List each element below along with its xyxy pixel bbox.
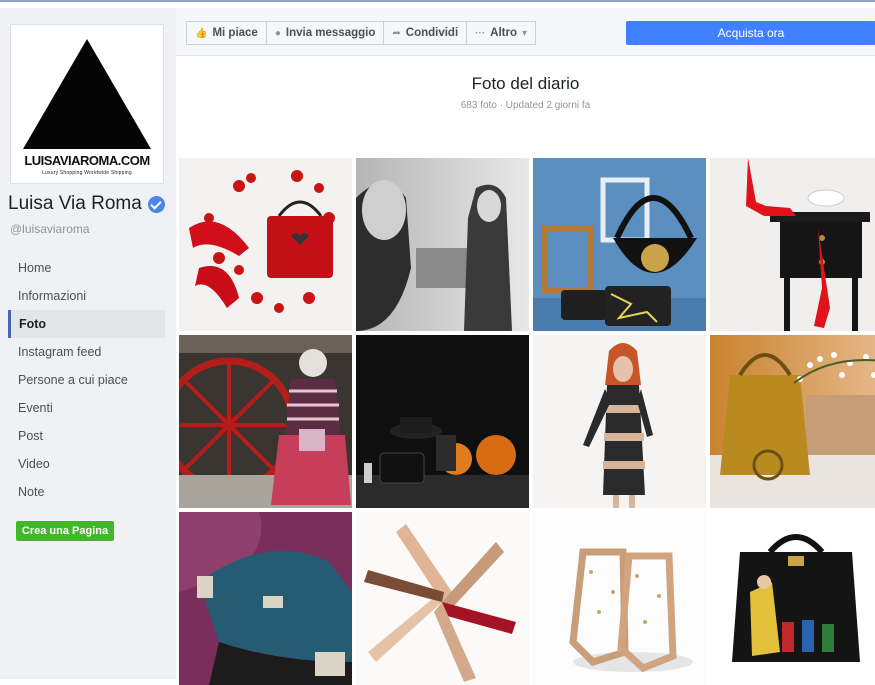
photo-bw-couple[interactable] bbox=[356, 158, 529, 331]
nav-item-home[interactable]: Home bbox=[8, 254, 165, 282]
photo-pumps-arrangement[interactable] bbox=[356, 512, 529, 685]
like-button[interactable]: 👍 Mi piace bbox=[186, 21, 267, 45]
photo-red-shoes-bag[interactable] bbox=[179, 158, 352, 331]
photo-glitter-sneakers[interactable] bbox=[179, 512, 352, 685]
photo-model-striped-dress[interactable] bbox=[533, 335, 706, 508]
top-accent-line bbox=[0, 0, 875, 2]
more-label: Altro bbox=[490, 27, 517, 39]
chevron-down-icon: ▾ bbox=[522, 27, 528, 39]
more-button[interactable]: ··· Altro ▾ bbox=[466, 21, 537, 45]
page-sidebar: LUISAVIAROMA.COM Luxury Shopping Worldwi… bbox=[0, 8, 176, 679]
message-label: Invia messaggio bbox=[285, 27, 376, 39]
album-title[interactable]: Foto del diario bbox=[176, 74, 875, 94]
photo-grid bbox=[179, 158, 875, 685]
page-actions: 👍 Mi piace ● Invia messaggio ➦ Condividi… bbox=[186, 21, 537, 45]
main-content: 👍 Mi piace ● Invia messaggio ➦ Condividi… bbox=[176, 8, 875, 685]
verified-badge-icon bbox=[147, 195, 165, 213]
photo-black-handbag[interactable] bbox=[710, 512, 875, 685]
photo-girl-red-wheel[interactable] bbox=[179, 335, 352, 508]
nav-item-note[interactable]: Note bbox=[8, 478, 165, 506]
photo-gold-bag-flowers[interactable] bbox=[710, 335, 875, 508]
message-button[interactable]: ● Invia messaggio bbox=[265, 21, 385, 45]
speech-bubble-icon: ● bbox=[274, 27, 281, 39]
action-bar: 👍 Mi piace ● Invia messaggio ➦ Condividi… bbox=[176, 8, 875, 56]
page-profile-picture[interactable]: LUISAVIAROMA.COM Luxury Shopping Worldwi… bbox=[10, 24, 164, 184]
ellipsis-icon: ··· bbox=[475, 27, 486, 39]
page-nav: Home Informazioni Foto Instagram feed Pe… bbox=[8, 254, 165, 506]
logo-wordmark: LUISAVIAROMA.COM bbox=[24, 153, 150, 168]
photo-dark-still-life[interactable] bbox=[356, 335, 529, 508]
nav-item-video[interactable]: Video bbox=[8, 450, 165, 478]
page-title-text: Luisa Via Roma bbox=[8, 193, 142, 214]
page-handle[interactable]: @luisaviaroma bbox=[10, 222, 90, 236]
nav-item-foto[interactable]: Foto bbox=[8, 310, 165, 338]
photo-studded-sandals[interactable] bbox=[533, 512, 706, 685]
nav-item-informazioni[interactable]: Informazioni bbox=[8, 282, 165, 310]
nav-item-eventi[interactable]: Eventi bbox=[8, 394, 165, 422]
photo-black-bag-frames[interactable] bbox=[533, 158, 706, 331]
thumbs-up-icon: 👍 bbox=[195, 27, 208, 39]
album-meta: 683 foto · Updated 2 giorni fa bbox=[460, 100, 591, 111]
share-button[interactable]: ➦ Condividi bbox=[383, 21, 468, 45]
share-label: Condividi bbox=[405, 27, 459, 39]
like-label: Mi piace bbox=[212, 27, 258, 39]
nav-item-post[interactable]: Post bbox=[8, 422, 165, 450]
nav-item-persone[interactable]: Persone a cui piace bbox=[8, 366, 165, 394]
create-page-button[interactable]: Crea una Pagina bbox=[16, 521, 114, 541]
page-title[interactable]: Luisa Via Roma bbox=[8, 193, 165, 215]
buy-now-button[interactable]: Acquista ora bbox=[626, 21, 875, 45]
nav-item-instagram-feed[interactable]: Instagram feed bbox=[8, 338, 165, 366]
logo-tagline: Luxury Shopping Worldwide Shipping bbox=[42, 170, 132, 176]
share-arrow-icon: ➦ bbox=[392, 27, 401, 39]
photo-red-heels-cabinet[interactable] bbox=[710, 158, 875, 331]
